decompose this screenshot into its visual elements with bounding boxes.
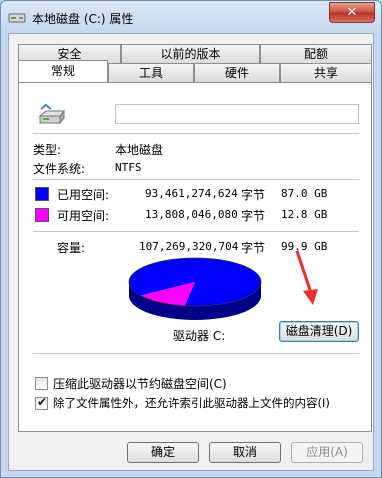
tab-label: 工具 [138, 66, 163, 80]
annotation-arrow-icon [295, 250, 318, 305]
filesystem-label: 文件系统: [33, 162, 86, 176]
tab-label: 配额 [303, 47, 328, 61]
capacity-bytes: 107,269,320,704 [139, 240, 239, 253]
tab-label: 以前的版本 [160, 47, 221, 61]
ok-button[interactable]: 确定 [127, 442, 199, 463]
capacity-unit: 字节 [241, 241, 266, 255]
used-space-swatch [35, 187, 49, 201]
tab-general[interactable]: 常规 [18, 60, 108, 82]
drive-name-input[interactable] [115, 104, 359, 124]
free-space-unit: 字节 [241, 209, 266, 223]
drive-large-icon [38, 103, 66, 125]
divider [33, 353, 359, 354]
free-space-swatch [35, 208, 49, 222]
filesystem-value: NTFS [115, 161, 142, 174]
apply-button[interactable]: 应用(A) [291, 442, 363, 463]
divider [33, 231, 359, 232]
tab-label: 共享 [313, 66, 338, 80]
divider [33, 133, 359, 134]
free-space-size: 12.8 GB [281, 208, 328, 221]
free-space-label: 可用空间: [57, 209, 110, 223]
free-space-bytes: 13,808,046,080 [145, 208, 238, 221]
cancel-button[interactable]: 取消 [209, 442, 281, 463]
index-checkbox-label[interactable]: 除了文件属性外，还允许索引此驱动器上文件的内容(I) [53, 395, 330, 411]
check-icon: ✔ [37, 395, 48, 409]
window-title: 本地磁盘 (C:) 属性 [32, 12, 134, 26]
drive-label: 驱动器 C: [173, 329, 226, 343]
used-space-label: 已用空间: [57, 188, 110, 202]
used-space-bytes: 93,461,274,624 [145, 187, 238, 200]
divider [33, 179, 359, 180]
disk-usage-pie [128, 257, 262, 320]
tab-tools[interactable]: 工具 [108, 63, 194, 82]
title-bar[interactable]: 本地磁盘 (C:) 属性 ✕ [1, 1, 381, 33]
type-label: 类型: [33, 143, 62, 157]
index-checkbox[interactable]: ✔ [35, 395, 48, 410]
compress-checkbox-label[interactable]: 压缩此驱动器以节约磁盘空间(C) [53, 375, 227, 392]
used-space-unit: 字节 [241, 188, 266, 202]
used-space-size: 87.0 GB [281, 187, 328, 200]
type-value: 本地磁盘 [115, 143, 164, 157]
drive-icon [8, 13, 26, 23]
tab-label: 硬件 [224, 66, 249, 80]
tab-hardware[interactable]: 硬件 [194, 63, 280, 82]
tab-quota[interactable]: 配额 [260, 44, 372, 63]
tab-label: 常规 [50, 64, 75, 78]
tab-label: 安全 [57, 47, 82, 61]
tab-previous-versions[interactable]: 以前的版本 [121, 44, 260, 63]
close-icon: ✕ [346, 5, 358, 20]
tab-sharing[interactable]: 共享 [280, 63, 372, 82]
properties-window: 本地磁盘 (C:) 属性 ✕ 安全 以前的版本 配额 常规 工具 硬件 共享 类… [0, 0, 382, 478]
disk-cleanup-button[interactable]: 磁盘清理(D) [279, 321, 359, 342]
compress-checkbox[interactable] [35, 377, 48, 390]
close-button[interactable]: ✕ [329, 2, 375, 23]
capacity-label: 容量: [57, 241, 86, 255]
